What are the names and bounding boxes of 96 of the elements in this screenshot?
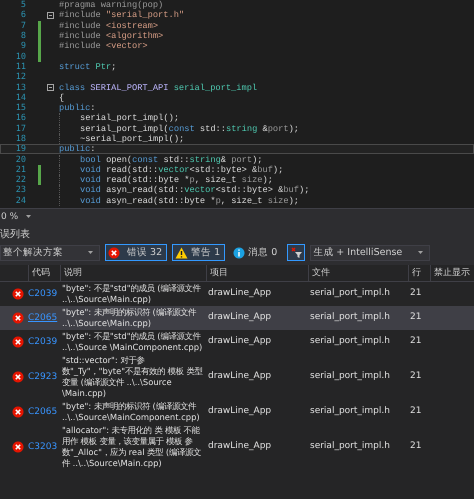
line-number: 11 xyxy=(14,62,26,72)
error-icon xyxy=(12,406,24,418)
line-cell-text: 21 xyxy=(409,312,422,324)
line-cell-text: 21 xyxy=(409,441,422,452)
code-line: #pragma warning(pop) xyxy=(59,0,164,10)
error-description: "std::vector": 对于参数"_Ty"，"byte"不是有效的 模板 类型变量 (编译源文件 ..\..\Source \Main.cpp) xyxy=(61,354,204,399)
column-header[interactable]: 行 xyxy=(408,264,430,281)
project-cell-text: drawLine_App xyxy=(207,371,272,382)
column-header[interactable]: 项目 xyxy=(206,264,308,281)
code-line: #include <iostream> xyxy=(59,20,158,31)
code-line: ~serial_port_impl(); xyxy=(80,134,184,144)
line-number: 14 xyxy=(14,92,26,103)
error-code-link[interactable]: C2039 xyxy=(28,336,58,347)
line-number: 16 xyxy=(14,113,26,124)
line-number: 23 xyxy=(14,185,26,196)
code-line: void asyn_read(std::byte *p, size_t size); xyxy=(80,196,299,206)
code-line: serial_port_impl(); xyxy=(80,113,180,124)
error-description: "byte": 未声明的标识符 (编译源文件 ..\..\Source\MainComponent.cpp) xyxy=(61,400,201,423)
project-cell-text: drawLine_App xyxy=(207,312,272,324)
code-line: serial_port_impl(const std::string &port); xyxy=(80,124,300,134)
code-line: public: xyxy=(59,103,96,114)
code-line: void asyn_read(std::vector<std::byte> &buf); xyxy=(80,185,310,196)
error-icon xyxy=(12,370,24,383)
caret-icon xyxy=(88,251,93,254)
code-line: #include "serial_port.h" xyxy=(59,10,184,20)
error-code-link[interactable]: C3203 xyxy=(28,442,58,452)
error-description: "allocator": 未专用化的 类 模板 不能用作 模板 变量，该变量属于 模板 参数"_Alloc"，应为 real 类型 (编译源文件 ..\..\Source\Main.cpp) xyxy=(61,424,202,469)
line-number: 5 xyxy=(20,0,26,10)
error-icon xyxy=(12,440,24,453)
file-cell-text: serial_port_impl.h xyxy=(309,312,390,324)
line-number: 13 xyxy=(14,82,26,93)
caret-icon xyxy=(26,215,32,218)
code-line: #include <algorithm> xyxy=(59,31,164,42)
error-description: "byte": 不是"std"的成员 (编译源文件 ..\..\Source\Main.cpp) xyxy=(61,282,202,305)
code-line: { xyxy=(59,92,64,103)
source-dropdown[interactable]: 生成 + IntelliSense xyxy=(310,244,430,261)
error-icon xyxy=(12,336,24,348)
project-cell-text: drawLine_App xyxy=(207,406,272,418)
error-description: "byte": 不是"std"的成员 (编译源文件 ..\..\Source \MainComponent.cpp) xyxy=(61,330,204,353)
line-number: 9 xyxy=(20,41,26,52)
file-cell-text: serial_port_impl.h xyxy=(309,441,390,452)
line-number: 19 xyxy=(14,144,26,154)
code-line: void read(std::vector<std::byte> &buf); xyxy=(80,164,284,175)
column-header[interactable]: 代码 xyxy=(28,264,60,281)
line-number: 6 xyxy=(20,10,26,20)
filter-toggle[interactable]: 错误 32 xyxy=(105,244,168,262)
project-cell-text: drawLine_App xyxy=(207,441,272,452)
line-number: 18 xyxy=(14,134,26,144)
error-description: "byte": 未声明的标识符 (编译源文件 ..\..\Source\Main.cpp) xyxy=(61,306,198,329)
file-cell-text: serial_port_impl.h xyxy=(309,406,390,418)
filter-icon xyxy=(290,247,302,258)
error-icon xyxy=(12,288,24,300)
line-number: 15 xyxy=(14,103,26,114)
code-line: public: xyxy=(59,144,96,154)
project-cell-text: drawLine_App xyxy=(207,288,272,300)
line-number: 8 xyxy=(20,31,26,42)
warning-icon xyxy=(175,246,188,259)
error-code-link[interactable]: C2923 xyxy=(28,372,58,382)
line-cell-text: 21 xyxy=(409,406,422,418)
code-line: #include <vector> xyxy=(59,41,148,52)
zoom-dropdown[interactable]: 0 % xyxy=(0,212,32,222)
panel-title: 误列表 xyxy=(0,228,30,241)
line-number: 10 xyxy=(14,52,26,62)
line-number: 21 xyxy=(14,164,26,175)
scope-dropdown[interactable]: 整个解决方案 xyxy=(0,244,100,261)
filter-toggle[interactable]: 消息 0 xyxy=(230,244,282,262)
error-icon xyxy=(108,246,120,259)
column-header[interactable]: 文件 xyxy=(308,264,408,281)
column-header[interactable]: 说明 xyxy=(60,264,206,281)
error-icon xyxy=(12,312,24,324)
line-number: 22 xyxy=(14,175,26,186)
project-cell-text: drawLine_App xyxy=(207,336,272,348)
line-cell-text: 21 xyxy=(409,371,422,382)
code-line: bool open(const std::string& port); xyxy=(80,154,263,165)
error-code-link[interactable]: C2065 xyxy=(28,406,58,417)
file-cell-text: serial_port_impl.h xyxy=(309,371,390,382)
line-cell-text: 21 xyxy=(409,336,422,348)
info-icon xyxy=(233,246,246,259)
code-line: void read(std::byte *p, size_t size); xyxy=(80,175,273,186)
line-number: 7 xyxy=(20,20,26,31)
line-number: 20 xyxy=(14,154,26,165)
error-code-link[interactable]: C2039 xyxy=(28,288,58,299)
filter-toggle[interactable]: 警告 1 xyxy=(172,244,226,262)
column-header[interactable]: 禁止显示 xyxy=(430,264,474,281)
line-number: 24 xyxy=(14,196,26,206)
code-line: struct Ptr; xyxy=(59,62,116,72)
caret-icon xyxy=(418,251,424,254)
file-cell-text: serial_port_impl.h xyxy=(309,288,390,300)
collapse-icon[interactable] xyxy=(47,12,54,19)
filter-button[interactable] xyxy=(287,244,306,262)
line-number: 12 xyxy=(14,72,26,82)
collapse-icon[interactable] xyxy=(47,84,54,92)
line-number: 17 xyxy=(14,124,26,134)
line-cell-text: 21 xyxy=(409,288,422,300)
code-line: class SERIAL_PORT_API serial_port_impl xyxy=(59,82,258,93)
file-cell-text: serial_port_impl.h xyxy=(309,336,390,348)
